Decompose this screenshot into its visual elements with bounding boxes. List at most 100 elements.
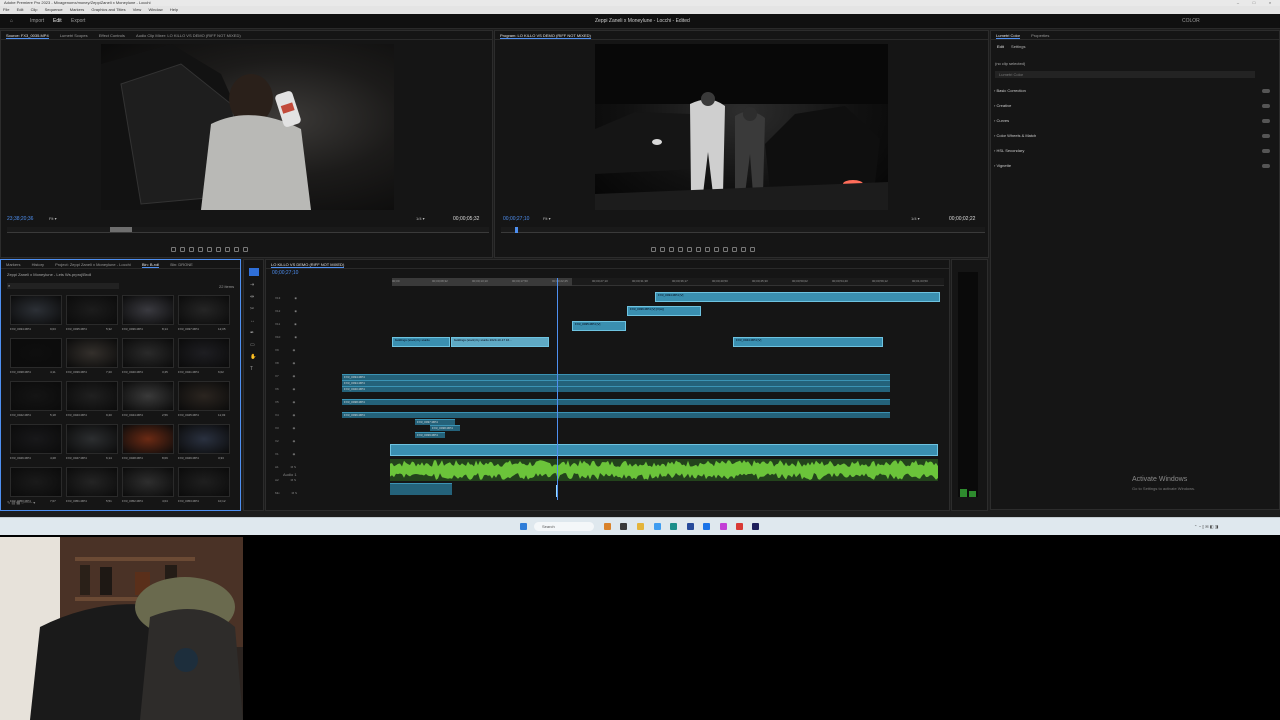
video-clip[interactable]: buildings (stock) by sturdo bbox=[392, 337, 450, 347]
menu-graphics[interactable]: Graphics and Titles bbox=[91, 7, 125, 12]
bin-thumbnail[interactable] bbox=[10, 338, 62, 368]
audio-track-a1[interactable] bbox=[390, 459, 938, 481]
video-track-header[interactable]: V10 ◉ bbox=[275, 334, 390, 340]
menu-sequence[interactable]: Sequence bbox=[45, 7, 63, 12]
bin-thumbnail[interactable] bbox=[178, 424, 230, 454]
video-track-header[interactable]: V3 ◉ bbox=[275, 425, 390, 431]
video-track-header[interactable]: V9 ◉ bbox=[275, 347, 390, 353]
tab-bin-drone[interactable]: Bin: DRONE bbox=[170, 262, 192, 267]
source-ratio-dropdown[interactable]: 1/4 ▾ bbox=[416, 216, 425, 221]
video-track-header[interactable]: V8 ◉ bbox=[275, 360, 390, 366]
bin-thumbnail[interactable] bbox=[66, 424, 118, 454]
tab-bin-broll[interactable]: Bin: B-roll bbox=[141, 262, 160, 268]
video-clip[interactable]: buildings (stock) by sturdo 2023-10-17 1… bbox=[451, 337, 549, 347]
source-ruler[interactable] bbox=[7, 227, 489, 233]
lumetri-effect-select[interactable]: Lumetri Color bbox=[995, 71, 1255, 78]
bin-thumbnail[interactable] bbox=[122, 295, 174, 325]
extract-icon[interactable] bbox=[732, 246, 737, 252]
menu-help[interactable]: Help bbox=[170, 7, 178, 12]
pen-icon[interactable]: ✒ bbox=[250, 330, 254, 336]
creative-toggle[interactable] bbox=[1262, 104, 1270, 108]
edge-icon[interactable] bbox=[654, 523, 661, 530]
app-icon-1[interactable] bbox=[687, 523, 694, 530]
eye-icon[interactable]: ◉ bbox=[293, 452, 296, 456]
program-ruler[interactable] bbox=[501, 227, 985, 233]
type-icon[interactable]: T bbox=[250, 366, 253, 372]
prog-step-back-icon[interactable] bbox=[687, 246, 692, 252]
section-vignette[interactable]: › Vignette bbox=[994, 161, 1274, 171]
mute-solo-icon[interactable]: M S bbox=[292, 491, 297, 495]
system-tray[interactable]: ⌃ ◔ ▯ ✉ ◧ ◨ bbox=[1194, 524, 1218, 529]
tab-properties[interactable]: Properties bbox=[1031, 33, 1049, 38]
play-icon[interactable] bbox=[207, 246, 212, 252]
prog-export-frame-icon[interactable] bbox=[741, 246, 746, 252]
menu-markers[interactable]: Markers bbox=[70, 7, 84, 12]
bin-thumbnail[interactable] bbox=[122, 467, 174, 497]
bin-thumbnail[interactable] bbox=[178, 467, 230, 497]
menu-file[interactable]: File bbox=[3, 7, 9, 12]
eye-icon[interactable]: ◉ bbox=[294, 335, 297, 339]
prog-go-out-icon[interactable] bbox=[714, 246, 719, 252]
menu-edit[interactable]: Edit bbox=[17, 7, 24, 12]
video-clip[interactable]: FX3_0035.MP4 [V] bbox=[572, 321, 626, 331]
home-icon[interactable]: ⌂ bbox=[10, 18, 13, 24]
subtab-edit[interactable]: Edit bbox=[997, 44, 1004, 49]
tab-export[interactable]: Export bbox=[71, 18, 85, 24]
eye-icon[interactable]: ◉ bbox=[293, 348, 296, 352]
tab-history[interactable]: History bbox=[32, 262, 44, 267]
menu-window[interactable]: Window bbox=[148, 7, 162, 12]
subtab-settings[interactable]: Settings bbox=[1011, 44, 1025, 49]
bin-thumbnail[interactable] bbox=[122, 381, 174, 411]
eye-icon[interactable]: ◉ bbox=[294, 296, 297, 300]
hand-icon[interactable]: ✋ bbox=[250, 354, 256, 360]
bin-thumbnail[interactable] bbox=[66, 381, 118, 411]
slip-icon[interactable]: ↔ bbox=[250, 318, 255, 324]
tab-edit[interactable]: Edit bbox=[53, 18, 62, 24]
task-view-icon[interactable] bbox=[620, 523, 627, 530]
tab-markers[interactable]: Markers bbox=[6, 262, 20, 267]
export-frame-icon[interactable] bbox=[243, 246, 248, 252]
bin-thumbnail[interactable] bbox=[66, 295, 118, 325]
video-track-header[interactable]: V12 ◉ bbox=[275, 308, 390, 314]
prog-mark-out-icon[interactable] bbox=[669, 246, 674, 252]
bin-thumbnail[interactable] bbox=[10, 467, 62, 497]
eye-icon[interactable]: ◉ bbox=[294, 322, 297, 326]
track-clip[interactable]: FX3_0036.MP4 bbox=[342, 412, 890, 418]
selection-tool-icon[interactable] bbox=[249, 268, 259, 276]
section-hsl-secondary[interactable]: › HSL Secondary bbox=[994, 146, 1274, 156]
bin-thumbnail[interactable] bbox=[66, 338, 118, 368]
mute-solo-icon[interactable]: M S bbox=[291, 465, 296, 469]
tab-lumetri-scopes[interactable]: Lumetri Scopes bbox=[60, 33, 88, 38]
eye-icon[interactable]: ◉ bbox=[294, 309, 297, 313]
program-playhead[interactable] bbox=[515, 227, 518, 233]
chrome-icon[interactable] bbox=[736, 523, 743, 530]
bin-thumbnail[interactable] bbox=[10, 295, 62, 325]
section-color-wheels[interactable]: › Color Wheels & Match bbox=[994, 131, 1274, 141]
eye-icon[interactable]: ◉ bbox=[293, 361, 296, 365]
basic-toggle[interactable] bbox=[1262, 89, 1270, 93]
tab-audio-clip-mixer[interactable]: Audio Clip Mixer: LO KILLO VS DEMO (RIFF… bbox=[136, 33, 241, 38]
prog-mark-in-icon[interactable] bbox=[660, 246, 665, 252]
widgets-icon[interactable] bbox=[604, 523, 611, 530]
step-forward-icon[interactable] bbox=[216, 246, 221, 252]
file-explorer-icon[interactable] bbox=[637, 523, 644, 530]
wheels-toggle[interactable] bbox=[1262, 134, 1270, 138]
program-ratio-dropdown[interactable]: 1/4 ▾ bbox=[911, 216, 920, 221]
overwrite-icon[interactable] bbox=[234, 246, 239, 252]
prog-step-forward-icon[interactable] bbox=[705, 246, 710, 252]
section-curves[interactable]: › Curves bbox=[994, 116, 1274, 126]
eye-icon[interactable]: ◉ bbox=[293, 374, 296, 378]
audio-track-header[interactable]: A2 M S bbox=[275, 477, 390, 483]
tab-source[interactable]: Source: FX3_0035.MP4 bbox=[6, 33, 49, 39]
workspace-color[interactable]: COLOR bbox=[1182, 18, 1200, 24]
compare-view-icon[interactable] bbox=[750, 246, 755, 252]
track-select-icon[interactable]: ⇥ bbox=[250, 282, 254, 288]
prog-play-icon[interactable] bbox=[696, 246, 701, 252]
bin-thumbnail[interactable] bbox=[178, 338, 230, 368]
audio-track-header[interactable]: A1 M S bbox=[275, 464, 390, 470]
curves-toggle[interactable] bbox=[1262, 119, 1270, 123]
video-clip[interactable]: FX3_0034.MP4 [V] bbox=[655, 292, 940, 302]
eye-icon[interactable]: ◉ bbox=[293, 439, 296, 443]
tab-effect-controls[interactable]: Effect Controls bbox=[99, 33, 125, 38]
bin-thumbnail[interactable] bbox=[66, 467, 118, 497]
